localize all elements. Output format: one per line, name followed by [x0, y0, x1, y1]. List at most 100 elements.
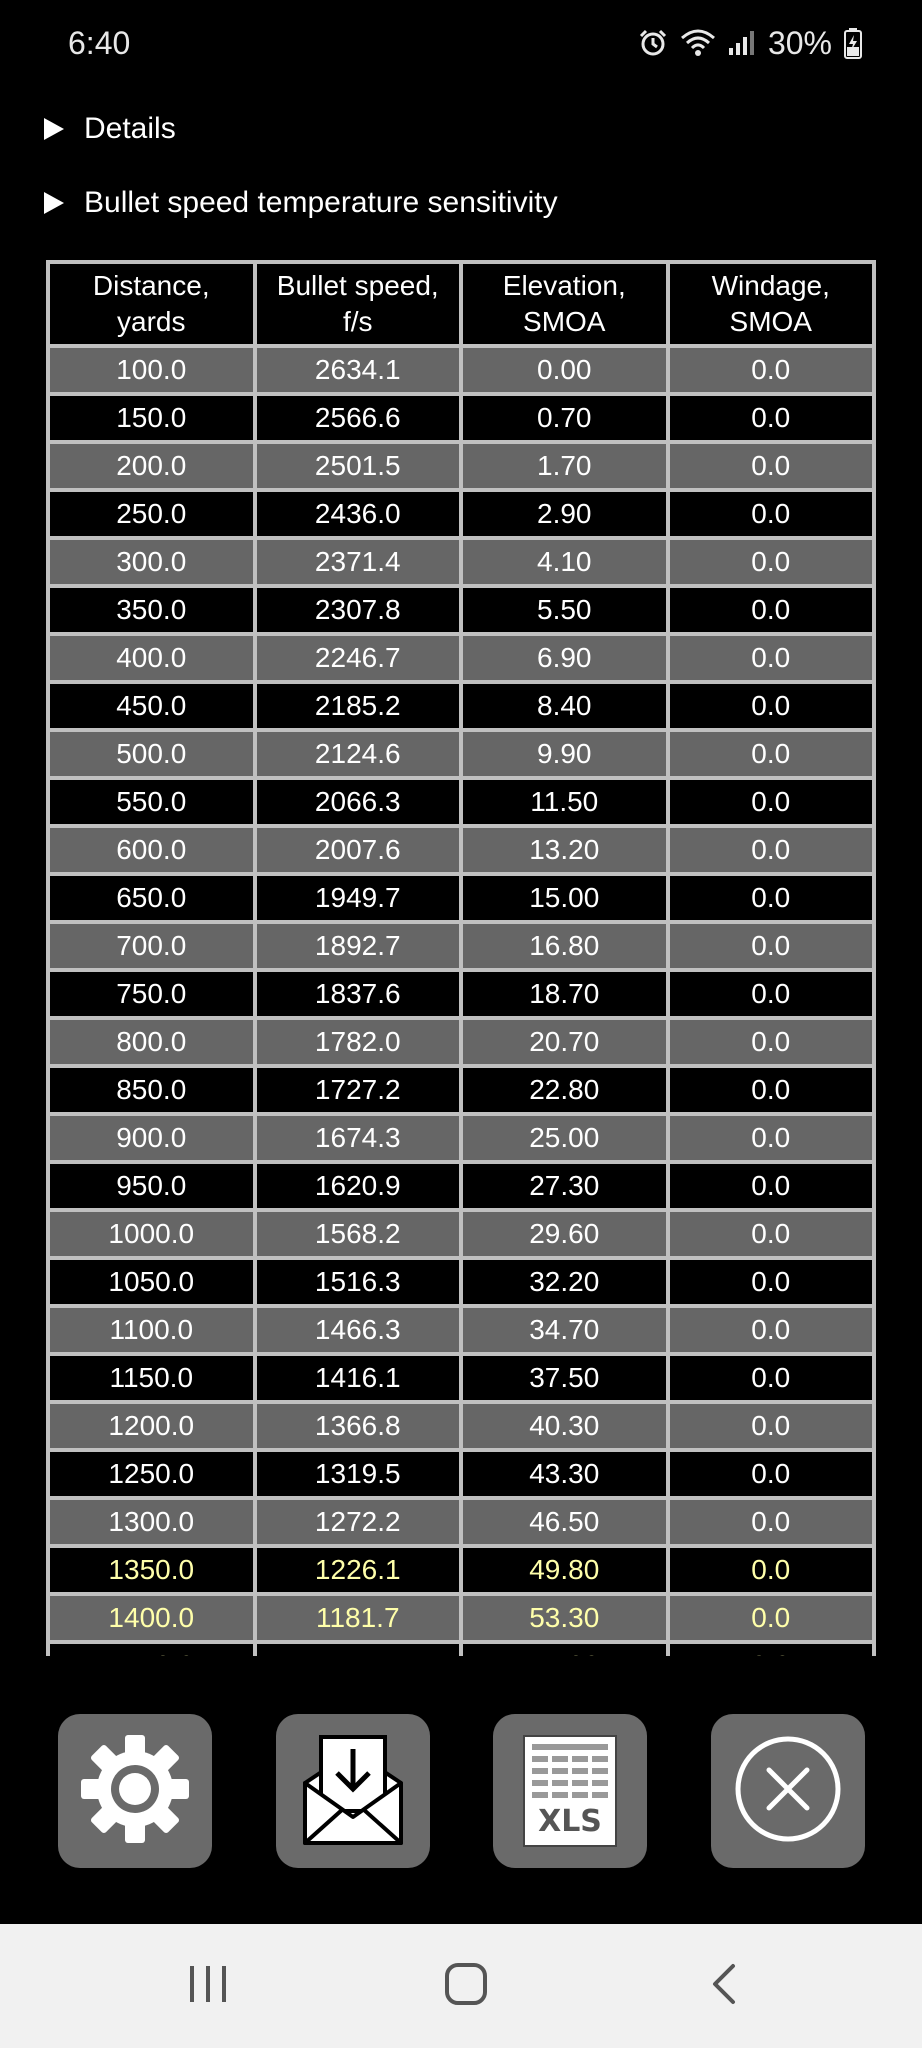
cell-distance: 700.0 [50, 924, 253, 968]
table-row: 1250.0 1319.5 43.30 0.0 [50, 1452, 872, 1496]
cell-elevation: 15.00 [463, 876, 666, 920]
cell-windage: 0.0 [669, 876, 872, 920]
details-toggle[interactable]: Details [44, 112, 176, 146]
cell-distance: 900.0 [50, 1116, 253, 1160]
cell-distance: 150.0 [50, 396, 253, 440]
xls-file-icon: XLS [522, 1734, 618, 1848]
cell-distance: 350.0 [50, 588, 253, 632]
cell-bullet-speed: 1837.6 [256, 972, 459, 1016]
header-speed-line2: f/s [342, 306, 373, 337]
recents-button[interactable] [168, 1954, 248, 2018]
cell-windage: 0.0 [669, 732, 872, 776]
cell-windage: 0.0 [669, 1068, 872, 1112]
cell-windage: 0.0 [669, 492, 872, 536]
header-speed-line1: Bullet speed, [276, 270, 439, 301]
table-row: 1000.0 1568.2 29.60 0.0 [50, 1212, 872, 1256]
home-button[interactable] [426, 1954, 506, 2018]
cell-bullet-speed: 1319.5 [256, 1452, 459, 1496]
cell-bullet-speed: 1226.1 [256, 1548, 459, 1592]
cell-distance: 1250.0 [50, 1452, 253, 1496]
table-row: 450.0 2185.2 8.40 0.0 [50, 684, 872, 728]
header-elevation: Elevation, SMOA [463, 264, 666, 344]
cell-bullet-speed: 2246.7 [256, 636, 459, 680]
settings-button[interactable] [58, 1714, 212, 1868]
temperature-sensitivity-toggle[interactable]: Bullet speed temperature sensitivity [44, 186, 558, 220]
cell-elevation: 22.80 [463, 1068, 666, 1112]
cell-windage: 0.0 [669, 1356, 872, 1400]
table-row: 1450.01141.5 57.000.0 [50, 1644, 872, 1656]
cell-distance: 1050.0 [50, 1260, 253, 1304]
email-export-button[interactable] [276, 1714, 430, 1868]
cell-bullet-speed: 2501.5 [256, 444, 459, 488]
cell-windage: 0.0 [669, 1404, 872, 1448]
cell-elevation: 0.00 [463, 348, 666, 392]
cell-windage: 0.0 [669, 828, 872, 872]
header-elevation-line1: Elevation, [502, 270, 626, 301]
cell-windage: 0.0 [669, 396, 872, 440]
cell-bullet-speed: 2307.8 [256, 588, 459, 632]
cell-bullet-speed: 1141.5 [256, 1644, 459, 1656]
cell-distance: 1400.0 [50, 1596, 253, 1640]
cell-elevation: 4.10 [463, 540, 666, 584]
cell-distance: 1300.0 [50, 1500, 253, 1544]
cell-elevation: 57.00 [463, 1644, 666, 1656]
table-row: 900.0 1674.3 25.00 0.0 [50, 1116, 872, 1160]
cell-windage: 0.0 [669, 588, 872, 632]
cell-windage: 0.0 [669, 1116, 872, 1160]
wifi-icon [680, 28, 716, 58]
cell-windage: 0.0 [669, 1452, 872, 1496]
cell-bullet-speed: 1272.2 [256, 1500, 459, 1544]
cell-bullet-speed: 2007.6 [256, 828, 459, 872]
cell-windage: 0.0 [669, 1212, 872, 1256]
back-chevron-icon [709, 1962, 739, 2011]
export-xls-button[interactable]: XLS [493, 1714, 647, 1868]
table-row: 600.0 2007.6 13.20 0.0 [50, 828, 872, 872]
cell-elevation: 40.30 [463, 1404, 666, 1448]
cell-distance: 400.0 [50, 636, 253, 680]
table-row: 1300.0 1272.2 46.50 0.0 [50, 1500, 872, 1544]
cell-windage: 0.0 [669, 444, 872, 488]
status-time: 6:40 [68, 24, 131, 61]
cell-distance: 600.0 [50, 828, 253, 872]
ballistic-table-scroll[interactable]: Distance, yards Bullet speed, f/s Elevat… [46, 260, 876, 1656]
temperature-sensitivity-label: Bullet speed temperature sensitivity [84, 186, 558, 219]
cell-bullet-speed: 2566.6 [256, 396, 459, 440]
cell-distance: 850.0 [50, 1068, 253, 1112]
recents-icon [186, 1964, 230, 2009]
cell-bullet-speed: 1727.2 [256, 1068, 459, 1112]
cell-distance: 1200.0 [50, 1404, 253, 1448]
cell-elevation: 1.70 [463, 444, 666, 488]
table-row: 250.0 2436.0 2.90 0.0 [50, 492, 872, 536]
cell-windage: 0.0 [669, 1548, 872, 1592]
cell-windage: 0.0 [669, 1596, 872, 1640]
back-button[interactable] [684, 1954, 764, 2018]
cell-bullet-speed: 2371.4 [256, 540, 459, 584]
table-body: 100.0 2634.1 0.00 0.0 150.0 2566.6 0.70 0.0 200.… [50, 348, 872, 1656]
cell-distance: 950.0 [50, 1164, 253, 1208]
cell-windage: 0.0 [669, 972, 872, 1016]
expand-triangle-icon [44, 118, 64, 140]
header-distance-line2: yards [117, 306, 186, 337]
cell-elevation: 9.90 [463, 732, 666, 776]
cell-distance: 1350.0 [50, 1548, 253, 1592]
expand-triangle-icon [44, 192, 64, 214]
details-label: Details [84, 112, 176, 145]
cell-distance: 1150.0 [50, 1356, 253, 1400]
xls-label: XLS [538, 1804, 602, 1839]
table-row: 500.0 2124.6 9.90 0.0 [50, 732, 872, 776]
cell-elevation: 27.30 [463, 1164, 666, 1208]
table-row: 700.0 1892.7 16.80 0.0 [50, 924, 872, 968]
cell-windage: 0.0 [669, 1260, 872, 1304]
header-windage: Windage, SMOA [669, 264, 872, 344]
battery-charging-icon [844, 27, 862, 59]
cell-distance: 200.0 [50, 444, 253, 488]
cell-elevation: 25.00 [463, 1116, 666, 1160]
cell-distance: 450.0 [50, 684, 253, 728]
close-button[interactable] [711, 1714, 865, 1868]
header-elevation-line2: SMOA [523, 306, 606, 337]
cell-distance: 500.0 [50, 732, 253, 776]
cell-bullet-speed: 1568.2 [256, 1212, 459, 1256]
cell-distance: 550.0 [50, 780, 253, 824]
ballistic-table: Distance, yards Bullet speed, f/s Elevat… [46, 260, 876, 1656]
header-distance: Distance, yards [50, 264, 253, 344]
